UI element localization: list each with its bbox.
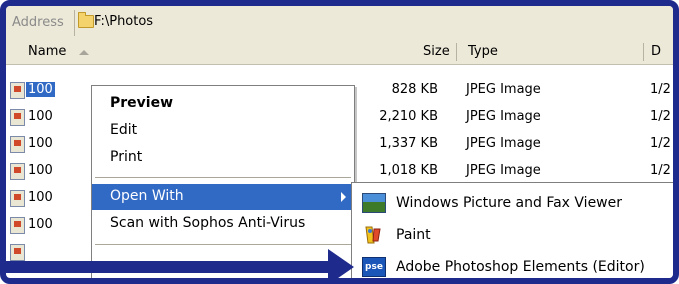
jpeg-file-icon: [10, 190, 25, 207]
file-date: 1/2: [650, 109, 671, 124]
menu-item-photoshop-elements[interactable]: pse Adobe Photoshop Elements (Editor): [352, 251, 673, 278]
file-type: JPEG Image: [466, 136, 541, 151]
column-separator[interactable]: [456, 43, 457, 61]
submenu-arrow-icon: [341, 192, 346, 202]
column-type[interactable]: Type: [468, 44, 498, 59]
column-date[interactable]: D: [651, 44, 661, 59]
menu-item-label: Paint: [396, 227, 431, 243]
menu-item-paint[interactable]: Paint: [352, 219, 673, 251]
picture-viewer-icon: [362, 193, 386, 213]
explorer-window: Address F:\Photos Name Size Type D 100 8…: [0, 0, 679, 284]
pointer-arrow-head-icon: [328, 249, 354, 278]
jpeg-file-icon: [10, 109, 25, 126]
jpeg-file-icon: [10, 82, 25, 99]
menu-item-label: Edit: [110, 122, 138, 138]
context-menu: Preview Edit Print Open With Scan with S…: [91, 85, 355, 278]
file-date: 1/2: [650, 163, 671, 178]
pointer-arrow-shaft: [6, 261, 336, 273]
menu-separator: [95, 244, 351, 245]
menu-item-label: Preview: [110, 95, 174, 111]
file-name: 100: [28, 190, 53, 205]
file-size: 828 KB: [391, 82, 438, 97]
column-separator[interactable]: [643, 43, 644, 61]
column-name[interactable]: Name: [28, 44, 66, 59]
menu-item-label: Adobe Photoshop Elements (Editor): [396, 259, 645, 275]
file-name: 100: [28, 163, 53, 178]
file-size: 2,210 KB: [379, 109, 438, 124]
menu-item-print[interactable]: Print: [92, 145, 354, 171]
menu-separator: [95, 177, 351, 178]
address-input[interactable]: F:\Photos: [94, 14, 153, 29]
sort-up-icon: [79, 50, 89, 55]
file-name: 100: [28, 217, 53, 232]
file-type: JPEG Image: [466, 82, 541, 97]
file-name: 100: [28, 109, 53, 124]
column-headers: Name Size Type D: [6, 40, 673, 65]
folder-icon: [78, 12, 94, 28]
file-date: 1/2: [650, 82, 671, 97]
paint-icon: [362, 225, 384, 244]
menu-item-edit[interactable]: Edit: [92, 118, 354, 144]
menu-item-label: Windows Picture and Fax Viewer: [396, 195, 623, 211]
address-label: Address: [12, 15, 64, 30]
file-name: 100: [28, 136, 53, 151]
photoshop-elements-icon: pse: [362, 257, 386, 277]
column-size[interactable]: Size: [423, 44, 450, 59]
open-with-submenu: Windows Picture and Fax Viewer Paint pse…: [351, 182, 673, 278]
jpeg-file-icon: [10, 136, 25, 153]
menu-item-open-with[interactable]: Open With: [92, 184, 354, 210]
file-type: JPEG Image: [466, 109, 541, 124]
menu-item-picture-fax-viewer[interactable]: Windows Picture and Fax Viewer: [352, 187, 673, 219]
file-date: 1/2: [650, 136, 671, 151]
menu-item-label: Open With: [110, 188, 184, 204]
file-size: 1,018 KB: [379, 163, 438, 178]
file-name: 100: [26, 82, 55, 97]
jpeg-file-icon: [10, 163, 25, 180]
file-type: JPEG Image: [466, 163, 541, 178]
menu-item-label: Scan with Sophos Anti-Virus: [110, 215, 306, 231]
jpeg-file-icon: [10, 217, 25, 234]
menu-item-label: Print: [110, 149, 143, 165]
address-bar: Address F:\Photos: [6, 6, 673, 41]
jpeg-file-icon: [10, 244, 25, 261]
file-size: 1,337 KB: [379, 136, 438, 151]
menu-item-preview[interactable]: Preview: [92, 91, 354, 117]
address-separator: [74, 10, 75, 36]
menu-item-scan-sophos[interactable]: Scan with Sophos Anti-Virus: [92, 211, 354, 237]
